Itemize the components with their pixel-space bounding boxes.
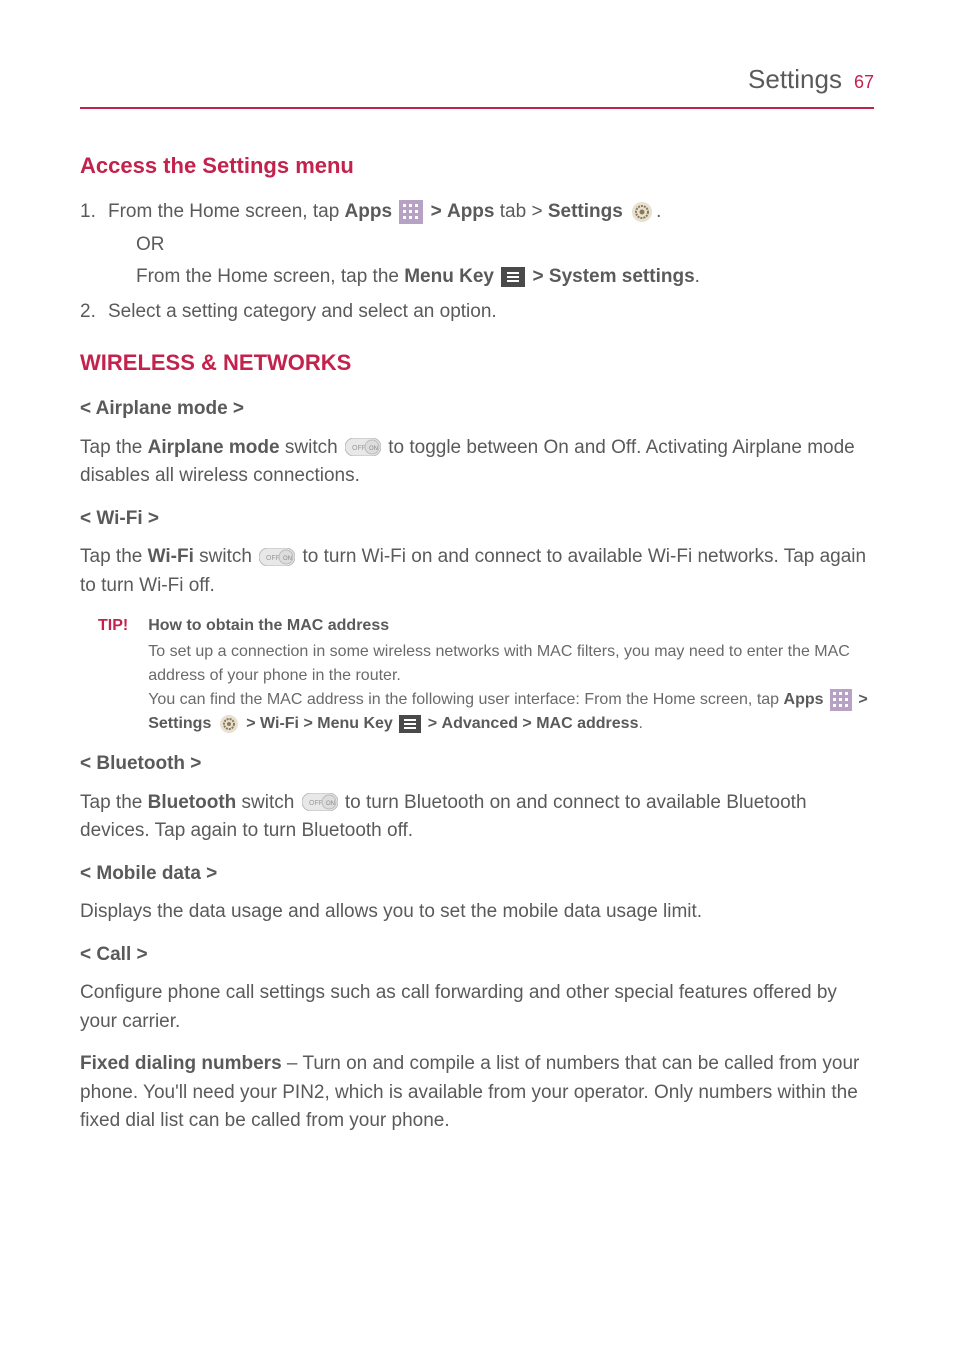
settings-gear-icon (630, 200, 654, 224)
bold-mac-address: MAC address (536, 715, 638, 732)
bold-wifi: Wi-Fi (260, 715, 299, 732)
bold-system-settings: System settings (549, 266, 695, 287)
text: . (638, 715, 642, 732)
apps-grid-icon (830, 689, 852, 711)
text: . (656, 201, 661, 222)
bold-menu-key: Menu Key (317, 715, 393, 732)
bold-bluetooth: Bluetooth (148, 792, 237, 813)
text: Tap the (80, 546, 148, 567)
tip-line-2: You can find the MAC address in the foll… (148, 688, 874, 736)
header-title: Settings (748, 60, 842, 99)
toggle-switch-icon: OFFON (259, 548, 295, 566)
separator: > (431, 201, 447, 222)
text: From the Home screen, tap the (136, 266, 404, 287)
para-mobile-data: Displays the data usage and allows you t… (80, 898, 874, 927)
text: You can find the MAC address in the foll… (148, 691, 783, 708)
bold-advanced: Advanced (442, 715, 518, 732)
menu-key-icon (501, 267, 525, 287)
separator: > (533, 266, 549, 287)
bold-settings: Settings (548, 201, 623, 222)
menu-key-icon (399, 715, 421, 733)
sub-heading-bluetooth: < Bluetooth > (80, 750, 874, 779)
text: . (695, 266, 700, 287)
separator: > (858, 691, 867, 708)
step-1: 1. From the Home screen, tap Apps > Apps… (80, 198, 874, 292)
tip-label: TIP! (98, 614, 128, 736)
separator: > (246, 715, 260, 732)
svg-text:ON: ON (283, 556, 292, 562)
bold-wifi: Wi-Fi (148, 546, 194, 567)
text: From the Home screen, tap (108, 201, 345, 222)
tip-line-1: To set up a connection in some wireless … (148, 640, 874, 688)
svg-text:OFF: OFF (266, 555, 280, 562)
bold-settings: Settings (148, 715, 211, 732)
step-1-alt: From the Home screen, tap the Menu Key >… (136, 263, 700, 292)
step-1-content: From the Home screen, tap Apps > Apps ta… (108, 198, 700, 292)
text: Tap the (80, 437, 148, 458)
toggle-switch-icon: OFFON (345, 438, 381, 456)
tip-title: How to obtain the MAC address (148, 614, 874, 638)
text: switch (236, 792, 299, 813)
tip-block: TIP! How to obtain the MAC address To se… (98, 614, 874, 736)
bold-apps: Apps (345, 201, 393, 222)
section-heading-access: Access the Settings menu (80, 149, 874, 182)
tip-content: How to obtain the MAC address To set up … (148, 614, 874, 736)
sub-heading-call: < Call > (80, 941, 874, 970)
para-fixed-dialing: Fixed dialing numbers – Turn on and comp… (80, 1050, 874, 1136)
step-number: 1. (80, 198, 100, 292)
text: switch (280, 437, 343, 458)
step-2: 2. Select a setting category and select … (80, 298, 874, 327)
step-number: 2. (80, 298, 100, 327)
separator: > (299, 715, 317, 732)
para-airplane: Tap the Airplane mode switch OFFON to to… (80, 434, 874, 491)
or-text: OR (136, 231, 700, 260)
text: switch (194, 546, 257, 567)
settings-gear-icon (218, 713, 240, 735)
bold-apps: Apps (784, 691, 824, 708)
para-call: Configure phone call settings such as ca… (80, 979, 874, 1036)
bold-fixed-dialing: Fixed dialing numbers (80, 1053, 282, 1074)
sub-heading-wifi: < Wi-Fi > (80, 505, 874, 534)
section-heading-wireless: WIRELESS & NETWORKS (80, 346, 874, 379)
toggle-switch-icon: OFFON (302, 793, 338, 811)
bold-apps-tab: Apps (447, 201, 495, 222)
sub-heading-mobile-data: < Mobile data > (80, 860, 874, 889)
separator: > (518, 715, 536, 732)
svg-text:OFF: OFF (352, 445, 366, 452)
page-header: Settings 67 (80, 60, 874, 109)
bold-airplane-mode: Airplane mode (148, 437, 280, 458)
text: Tap the (80, 792, 148, 813)
header-page-number: 67 (854, 69, 874, 96)
svg-text:ON: ON (326, 801, 335, 807)
svg-text:OFF: OFF (309, 800, 323, 807)
sub-heading-airplane: < Airplane mode > (80, 395, 874, 424)
svg-text:ON: ON (369, 446, 378, 452)
apps-grid-icon (399, 200, 423, 224)
bold-menu-key: Menu Key (404, 266, 494, 287)
text: tab > (494, 201, 547, 222)
para-wifi: Tap the Wi-Fi switch OFFON to turn Wi-Fi… (80, 543, 874, 600)
step-2-content: Select a setting category and select an … (108, 298, 497, 327)
steps-list: 1. From the Home screen, tap Apps > Apps… (80, 198, 874, 326)
para-bluetooth: Tap the Bluetooth switch OFFON to turn B… (80, 789, 874, 846)
separator: > (428, 715, 442, 732)
